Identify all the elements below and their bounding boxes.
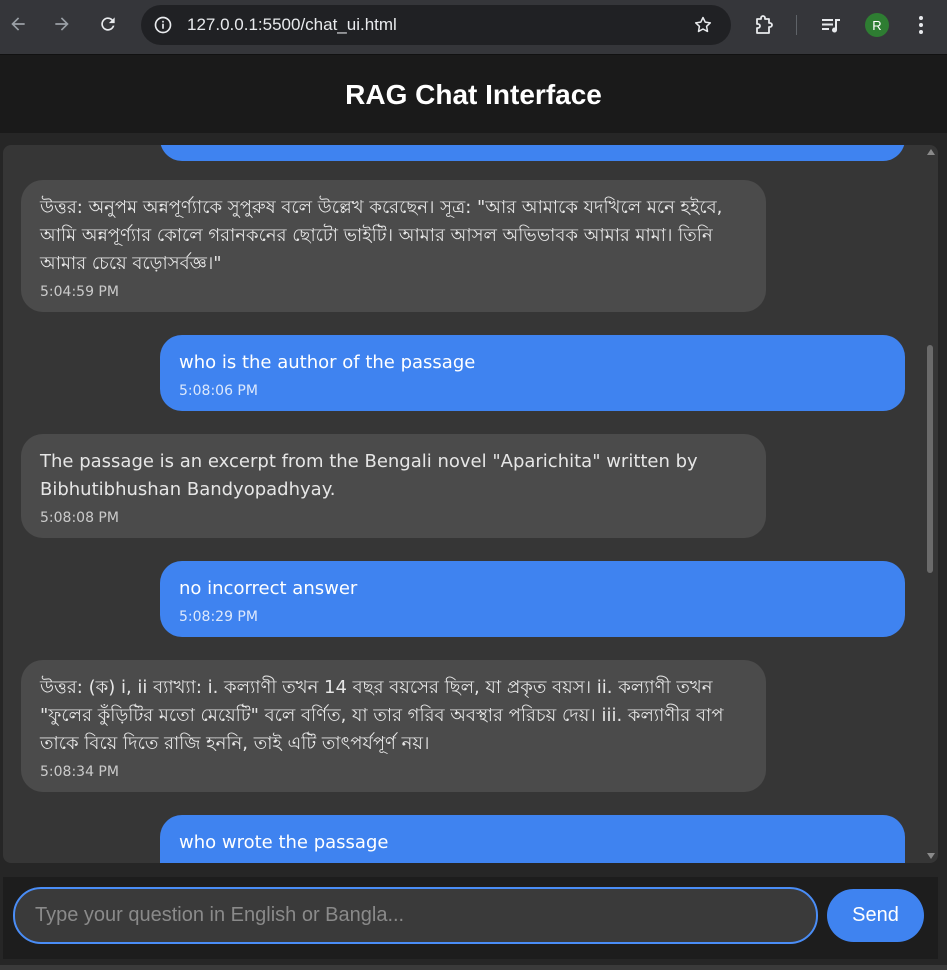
message-timestamp: 5:08:34 PM (40, 764, 119, 780)
message-user: no incorrect answer 5:08:29 PM (160, 561, 905, 637)
question-input[interactable] (13, 887, 818, 944)
message-timestamp: 5:08:29 PM (179, 609, 258, 625)
message-text: উত্তর: অনুপম অন্নপূর্ণ্যাকে সুপুরুষ বলে … (40, 197, 723, 274)
scroll-up-arrow-icon[interactable] (927, 149, 935, 155)
message-user: who wrote the passage (160, 815, 905, 863)
forward-icon[interactable] (48, 10, 76, 38)
message-user (160, 145, 905, 161)
more-menu-icon[interactable] (909, 13, 933, 37)
message-bot: উত্তর: (ক) i, ii ব্যাখ্যা: i. কল্যাণী তখ… (21, 660, 766, 792)
chat-history[interactable]: উত্তর: অনুপম অন্নপূর্ণ্যাকে সুপুরুষ বলে … (3, 145, 938, 863)
message-text: who is the author of the passage (179, 352, 476, 373)
message-text: who wrote the passage (179, 832, 389, 853)
message-text: উত্তর: (ক) i, ii ব্যাখ্যা: i. কল্যাণী তখ… (40, 677, 724, 754)
extensions-icon[interactable] (753, 13, 777, 37)
composer-bar: Send (3, 877, 938, 959)
chat-scrollbar[interactable] (924, 145, 938, 863)
page-title: RAG Chat Interface (345, 79, 602, 110)
app-header: RAG Chat Interface (0, 54, 947, 133)
message-bot: The passage is an excerpt from the Benga… (21, 434, 766, 538)
send-button[interactable]: Send (827, 889, 924, 942)
reload-icon[interactable] (94, 10, 122, 38)
window-bottom-edge (0, 965, 947, 970)
address-url[interactable]: 127.0.0.1:5500/chat_ui.html (187, 15, 397, 35)
message-timestamp: 5:08:06 PM (179, 383, 258, 399)
message-text: The passage is an excerpt from the Benga… (40, 451, 698, 500)
toolbar-divider (796, 15, 797, 35)
message-timestamp: 5:08:08 PM (40, 510, 119, 526)
back-icon[interactable] (4, 10, 32, 38)
message-user: who is the author of the passage 5:08:06… (160, 335, 905, 411)
bookmark-star-icon[interactable] (693, 15, 713, 35)
message-bot: উত্তর: অনুপম অন্নপূর্ণ্যাকে সুপুরুষ বলে … (21, 180, 766, 312)
message-timestamp: 5:04:59 PM (40, 284, 119, 300)
scroll-thumb[interactable] (927, 345, 933, 573)
scroll-down-arrow-icon[interactable] (927, 853, 935, 859)
address-bar[interactable]: 127.0.0.1:5500/chat_ui.html (141, 5, 731, 45)
media-control-icon[interactable] (819, 13, 843, 37)
site-info-icon[interactable] (153, 15, 173, 35)
browser-toolbar: 127.0.0.1:5500/chat_ui.html R (0, 0, 947, 54)
profile-avatar[interactable]: R (865, 13, 889, 37)
message-text: no incorrect answer (179, 578, 358, 599)
